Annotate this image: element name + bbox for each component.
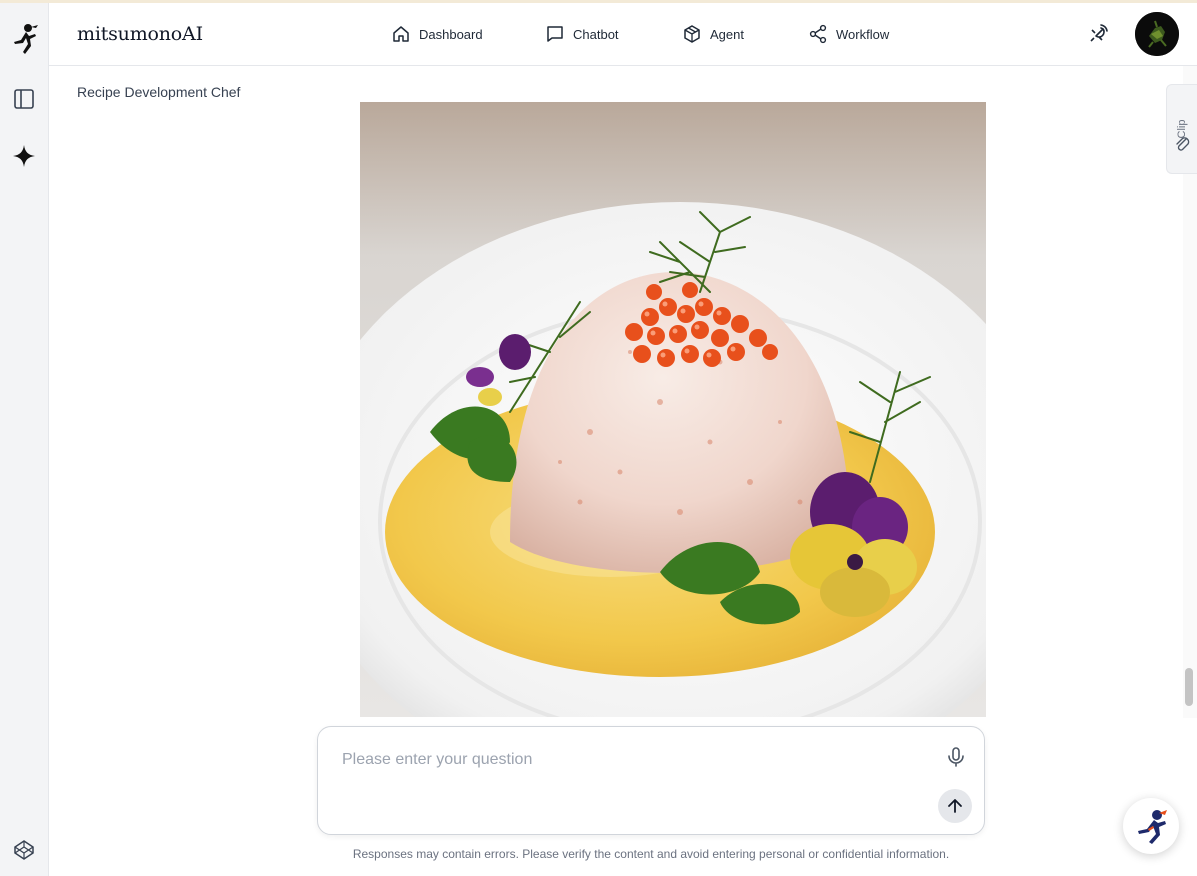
ninja-logo-icon[interactable] — [8, 23, 40, 55]
sidebar-toggle-icon[interactable] — [8, 83, 40, 115]
share-nodes-icon — [809, 24, 827, 44]
brand-name[interactable]: mitsumonoAI — [77, 23, 203, 45]
nav-dashboard[interactable]: Dashboard — [391, 23, 483, 45]
satellite-icon[interactable] — [1087, 21, 1111, 45]
nav-agent[interactable]: Agent — [682, 23, 744, 45]
clip-label: Clip — [1176, 120, 1188, 139]
assistant-launcher-button[interactable] — [1123, 798, 1179, 854]
user-avatar[interactable] — [1135, 12, 1179, 56]
microphone-icon[interactable] — [944, 745, 968, 769]
scrollbar-thumb[interactable] — [1185, 668, 1193, 706]
nav-label: Dashboard — [419, 26, 483, 42]
left-rail — [0, 3, 49, 876]
send-button[interactable] — [938, 789, 972, 823]
clip-tab[interactable]: Clip — [1166, 84, 1197, 174]
top-header: mitsumonoAI Dashboard Chatbot Agent Work… — [49, 3, 1197, 66]
nav-label: Workflow — [836, 26, 890, 42]
codepen-cube-icon[interactable] — [8, 834, 40, 866]
food-photo — [360, 102, 986, 717]
page-title: Recipe Development Chef — [77, 84, 241, 100]
home-icon — [393, 26, 409, 42]
nav-label: Chatbot — [573, 26, 619, 42]
arrow-up-icon — [948, 799, 962, 813]
cube-icon — [684, 25, 700, 43]
composer — [317, 726, 985, 835]
nav-label: Agent — [710, 26, 744, 42]
sparkle-icon[interactable] — [8, 140, 40, 172]
nav-workflow[interactable]: Workflow — [808, 23, 889, 45]
disclaimer-text: Responses may contain errors. Please ver… — [352, 847, 950, 861]
question-input[interactable] — [342, 747, 902, 773]
nav-chatbot[interactable]: Chatbot — [545, 23, 619, 45]
paperclip-icon — [1176, 137, 1190, 151]
chat-bubble-icon — [547, 26, 563, 42]
ninja-mascot-icon — [1138, 810, 1167, 844]
